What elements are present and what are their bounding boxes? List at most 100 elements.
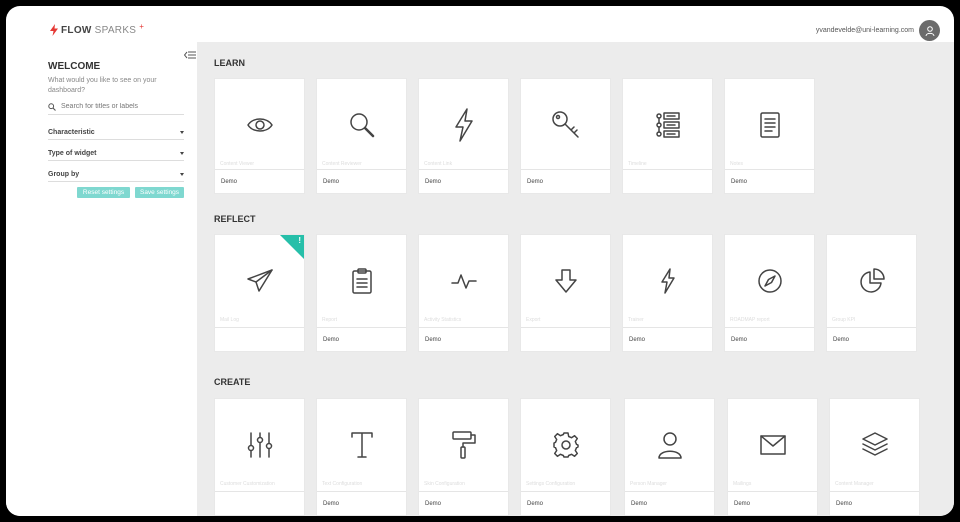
widget-card[interactable]: Activity Statistics Demo bbox=[418, 234, 509, 352]
card-title: Content Reviewer bbox=[322, 161, 362, 167]
layers-icon bbox=[861, 431, 888, 456]
widget-card[interactable]: Content Manager Demo bbox=[829, 398, 920, 516]
card-footer: Demo bbox=[419, 327, 508, 351]
card-footer: Demo bbox=[317, 327, 406, 351]
widget-card[interactable]: Export bbox=[520, 234, 611, 352]
collapse-sidebar-icon[interactable] bbox=[183, 46, 196, 64]
filter-group-by[interactable]: Group by bbox=[48, 168, 184, 182]
card-title: Text Configuration bbox=[322, 481, 363, 487]
widget-card[interactable]: Person Manager Demo bbox=[624, 398, 715, 516]
card-title: Mail Log bbox=[220, 317, 239, 323]
widget-card[interactable]: Text Configuration Demo bbox=[316, 398, 407, 516]
card-footer: Demo bbox=[830, 491, 919, 515]
card-title: Activity Statistics bbox=[424, 317, 462, 323]
filter-characteristic[interactable]: Characteristic bbox=[48, 126, 184, 140]
widget-card[interactable]: Notes Demo bbox=[724, 78, 815, 194]
card-footer: Demo bbox=[317, 491, 406, 515]
card-title: Mailings bbox=[733, 481, 752, 487]
paper-plane-icon bbox=[246, 268, 273, 292]
card-title: Customer Customization bbox=[220, 481, 275, 487]
card-title: Timeline bbox=[628, 161, 647, 167]
chevron-down-icon bbox=[180, 173, 184, 176]
gear-icon bbox=[552, 431, 579, 458]
card-footer: Demo bbox=[623, 327, 712, 351]
magnifier-icon bbox=[349, 112, 374, 137]
card-footer bbox=[215, 491, 304, 515]
widget-card[interactable]: Settings Configuration Demo bbox=[520, 398, 611, 516]
card-footer: Demo bbox=[625, 491, 714, 515]
widget-card[interactable]: Content Link Demo bbox=[418, 78, 509, 194]
widget-card[interactable]: Report Demo bbox=[316, 234, 407, 352]
widget-card[interactable]: ROADMAP report Demo bbox=[724, 234, 815, 352]
search-input[interactable] bbox=[61, 103, 179, 110]
section-title-create: CREATE bbox=[214, 377, 251, 387]
card-title: Notes bbox=[730, 161, 744, 167]
logo-plus: + bbox=[139, 21, 144, 31]
chevron-down-icon bbox=[180, 152, 184, 155]
section-title-reflect: REFLECT bbox=[214, 214, 256, 224]
welcome-heading: WELCOME bbox=[48, 61, 101, 72]
key-icon bbox=[551, 110, 579, 138]
lightning-small-icon bbox=[660, 267, 675, 294]
card-footer bbox=[623, 169, 712, 193]
card-title: Trainer bbox=[628, 317, 644, 323]
app-window: FLOW SPARKS + yvandevelde@uni-learning.c… bbox=[6, 6, 954, 516]
sliders-icon bbox=[247, 431, 272, 458]
widget-card[interactable]: Demo bbox=[520, 78, 611, 194]
user-icon bbox=[925, 25, 934, 36]
widget-card[interactable]: Content Reviewer Demo bbox=[316, 78, 407, 194]
widget-card[interactable]: Group KPI Demo bbox=[826, 234, 917, 352]
card-title: ROADMAP report bbox=[730, 317, 770, 323]
dashboard-main: LEARN Content Viewer Demo Content Review… bbox=[197, 42, 954, 516]
card-footer: Demo bbox=[521, 169, 610, 193]
card-footer: Demo bbox=[725, 169, 814, 193]
card-title: Person Manager bbox=[630, 481, 667, 487]
lightning-icon bbox=[454, 107, 473, 142]
card-footer: Demo bbox=[725, 327, 814, 351]
card-footer: Demo bbox=[419, 491, 508, 515]
envelope-icon bbox=[759, 434, 786, 455]
filter-label: Characteristic bbox=[48, 129, 95, 136]
card-title: Export bbox=[526, 317, 541, 323]
section-title-learn: LEARN bbox=[214, 58, 245, 68]
pie-chart-icon bbox=[859, 267, 885, 293]
widget-card[interactable]: ! Mail Log bbox=[214, 234, 305, 352]
card-title: Group KPI bbox=[832, 317, 856, 323]
avatar[interactable] bbox=[919, 20, 940, 41]
reset-settings-button[interactable]: Reset settings bbox=[77, 187, 130, 198]
card-footer: Demo bbox=[215, 169, 304, 193]
timeline-icon bbox=[655, 111, 680, 138]
eye-icon bbox=[246, 117, 273, 132]
widget-card[interactable]: Customer Customization bbox=[214, 398, 305, 516]
save-settings-button[interactable]: Save settings bbox=[135, 187, 184, 198]
card-title: Content Manager bbox=[835, 481, 874, 487]
card-title: Report bbox=[322, 317, 338, 323]
card-footer: Demo bbox=[728, 491, 817, 515]
widget-card[interactable]: Mailings Demo bbox=[727, 398, 818, 516]
logo-spark-icon bbox=[50, 24, 58, 36]
widget-card[interactable]: Timeline bbox=[622, 78, 713, 194]
widget-card[interactable]: Trainer Demo bbox=[622, 234, 713, 352]
card-footer bbox=[215, 327, 304, 351]
pulse-icon bbox=[450, 273, 477, 289]
widget-card[interactable]: Skin Configuration Demo bbox=[418, 398, 509, 516]
user-email: yvandevelde@uni-learning.com bbox=[815, 27, 914, 34]
text-icon bbox=[350, 431, 373, 458]
notes-icon bbox=[759, 111, 780, 138]
filter-widget-type[interactable]: Type of widget bbox=[48, 147, 184, 161]
clipboard-icon bbox=[351, 267, 372, 294]
card-title: Skin Configuration bbox=[424, 481, 465, 487]
search-icon bbox=[48, 102, 56, 111]
welcome-subtitle: What would you like to see on your dashb… bbox=[48, 77, 157, 94]
chevron-down-icon bbox=[180, 131, 184, 134]
search-box[interactable] bbox=[48, 99, 184, 115]
filter-label: Type of widget bbox=[48, 150, 97, 157]
filter-label: Group by bbox=[48, 171, 80, 178]
arrow-down-icon bbox=[554, 268, 577, 293]
flowsparks-logo[interactable]: FLOW SPARKS + bbox=[50, 21, 144, 36]
person-icon bbox=[657, 431, 682, 459]
paint-roller-icon bbox=[451, 430, 476, 459]
widget-card[interactable]: Content Viewer Demo bbox=[214, 78, 305, 194]
card-footer: Demo bbox=[317, 169, 406, 193]
compass-icon bbox=[757, 268, 782, 293]
